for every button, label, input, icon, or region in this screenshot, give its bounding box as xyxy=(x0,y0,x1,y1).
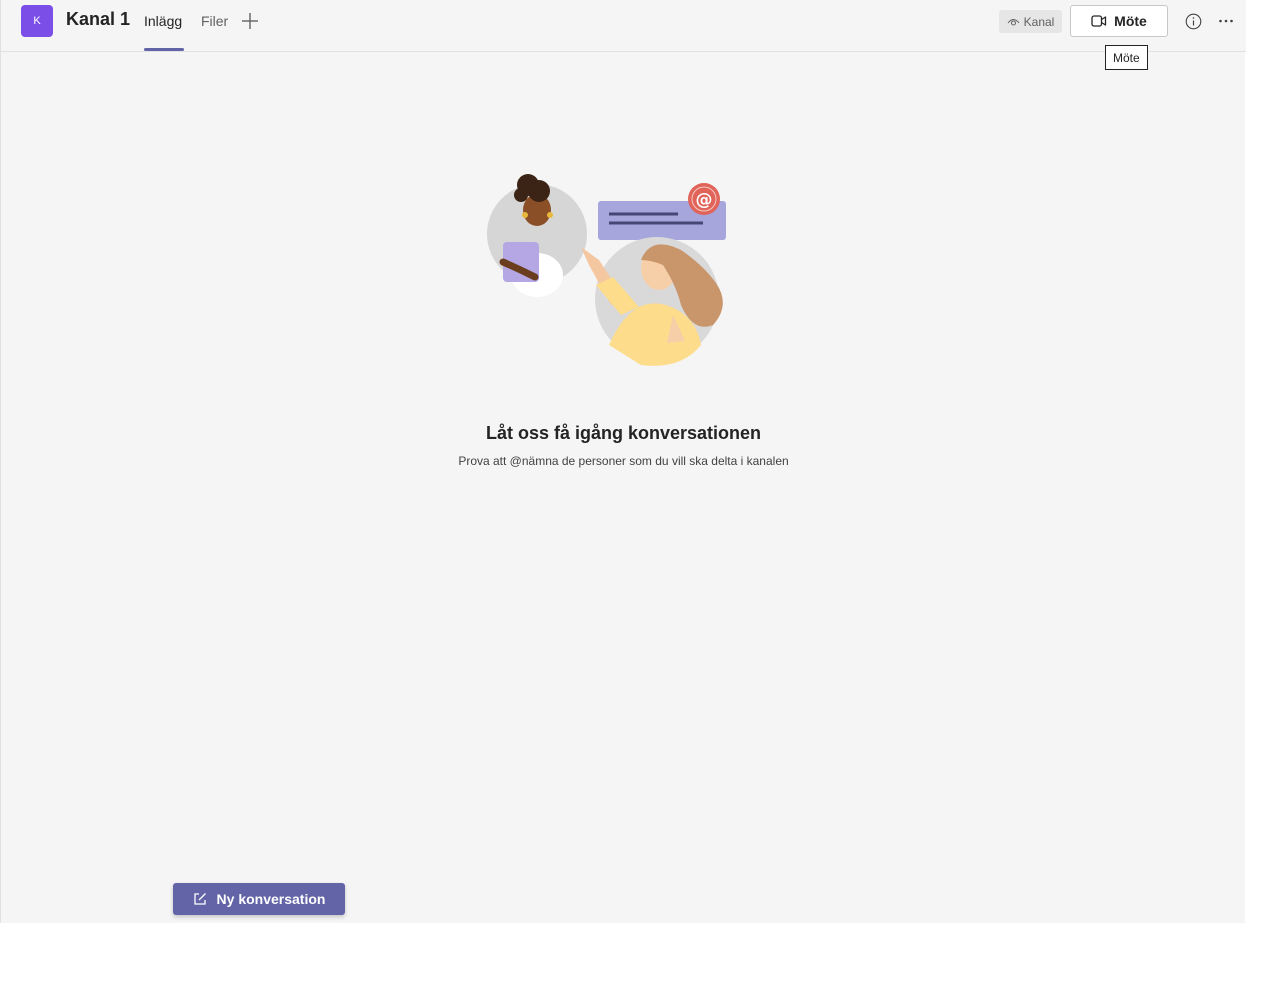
team-initial: K xyxy=(33,15,41,27)
svg-text:@: @ xyxy=(696,190,713,210)
tab-posts[interactable]: Inlägg xyxy=(144,13,182,29)
empty-state-subtitle: Prova att @nämna de personer som du vill… xyxy=(458,454,789,468)
more-options-icon xyxy=(1219,19,1233,23)
eye-icon xyxy=(1007,18,1020,25)
channel-title: Kanal 1 xyxy=(66,9,131,29)
more-options-button[interactable] xyxy=(1216,11,1236,31)
team-avatar[interactable]: K xyxy=(21,5,53,37)
new-conversation-label: Ny konversation xyxy=(216,891,326,907)
video-camera-icon xyxy=(1091,15,1107,27)
channel-visibility-badge[interactable]: Kanal xyxy=(999,10,1062,33)
info-icon xyxy=(1185,13,1201,29)
channel-badge-label: Kanal xyxy=(1023,14,1055,29)
meet-button-label: Möte xyxy=(1114,13,1147,29)
tab-files[interactable]: Filer xyxy=(201,13,228,29)
empty-state-illustration: @ xyxy=(487,174,726,366)
empty-state-title: Låt oss få igång konversationen xyxy=(485,423,762,443)
add-tab-button[interactable] xyxy=(239,10,261,32)
channel-info-button[interactable] xyxy=(1183,11,1203,31)
meet-tooltip: Möte xyxy=(1105,45,1148,70)
plus-icon xyxy=(242,13,258,29)
meet-button[interactable]: Möte xyxy=(1070,5,1168,37)
new-conversation-button[interactable]: Ny konversation xyxy=(173,883,345,915)
compose-icon xyxy=(193,893,206,905)
channel-view: K Kanal 1 Inlägg Filer Kanal Möte Möte @… xyxy=(0,0,1246,923)
channel-header: K Kanal 1 Inlägg Filer Kanal Möte xyxy=(1,0,1246,52)
active-tab-indicator xyxy=(144,48,184,51)
